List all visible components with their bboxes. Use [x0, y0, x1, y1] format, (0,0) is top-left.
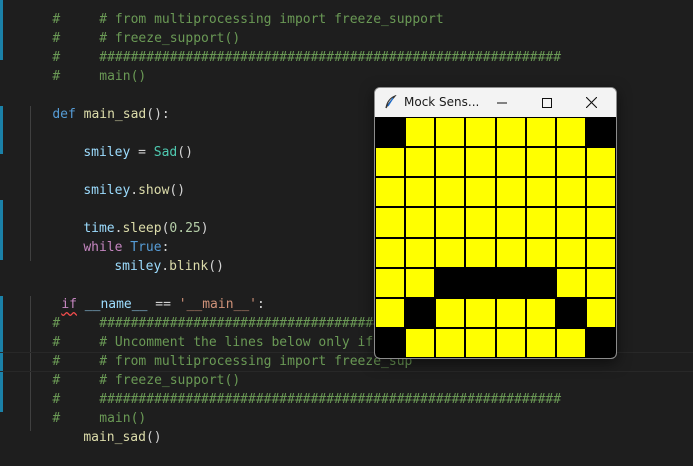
led-pixel [556, 268, 585, 297]
led-pixel [496, 118, 525, 147]
led-pixel [586, 178, 615, 207]
led-pixel [436, 208, 465, 237]
code-line: time.sleep(0.25) [83, 221, 209, 236]
led-pixel [556, 238, 585, 267]
led-pixel [406, 208, 435, 237]
code-line: # ######################################… [52, 50, 562, 65]
tk-feather-icon [384, 94, 398, 109]
led-pixel [496, 148, 525, 177]
led-pixel [496, 268, 525, 297]
gutter-change-marker [0, 0, 3, 60]
led-pixel [586, 298, 615, 327]
led-pixel [376, 178, 405, 207]
led-pixel [496, 178, 525, 207]
led-pixel [526, 118, 555, 147]
window-title: Mock Sens... [404, 95, 480, 109]
led-pixel [406, 118, 435, 147]
led-pixel [496, 328, 525, 357]
led-pixel [496, 208, 525, 237]
led-pixel [556, 118, 585, 147]
mock-sense-hat-window[interactable]: Mock Sens... [374, 87, 617, 359]
code-line: # # freeze_support() [52, 373, 241, 388]
code-line: # # from multiprocessing import freeze_s… [52, 12, 444, 27]
led-pixel [526, 268, 555, 297]
led-pixel [376, 298, 405, 327]
led-pixel [556, 208, 585, 237]
led-pixel [466, 328, 495, 357]
led-pixel [436, 238, 465, 267]
minimize-button[interactable] [479, 88, 524, 117]
code-line: while True: [83, 240, 170, 255]
led-pixel [436, 328, 465, 357]
led-pixel [586, 328, 615, 357]
close-button[interactable] [569, 88, 614, 117]
code-line: # # Uncomment the lines below only if yo… [52, 335, 405, 350]
led-pixel [466, 118, 495, 147]
code-line: # ######################################… [52, 392, 562, 407]
maximize-icon [541, 97, 552, 108]
led-pixel [376, 328, 405, 357]
led-pixel [526, 178, 555, 207]
code-line: # main() [52, 69, 147, 84]
led-pixel [406, 298, 435, 327]
code-line: smiley.blink() [114, 259, 224, 274]
code-line-def: def main_sad(): [52, 107, 170, 122]
led-pixel [586, 118, 615, 147]
led-pixel [526, 148, 555, 177]
led-pixel [436, 118, 465, 147]
led-pixel [586, 268, 615, 297]
led-pixel [586, 238, 615, 267]
code-line: smiley.show() [83, 183, 186, 198]
led-pixel [496, 238, 525, 267]
led-pixel [406, 268, 435, 297]
led-pixel [526, 298, 555, 327]
led-pixel [406, 328, 435, 357]
code-line: main_sad() [83, 430, 162, 445]
led-pixel [466, 298, 495, 327]
led-pixel [586, 148, 615, 177]
code-line: smiley = Sad() [83, 145, 193, 160]
window-titlebar[interactable]: Mock Sens... [375, 88, 616, 117]
led-pixel [406, 148, 435, 177]
led-pixel [526, 328, 555, 357]
led-pixel [526, 208, 555, 237]
gutter-change-marker [0, 106, 3, 154]
led-pixel [436, 148, 465, 177]
close-icon [586, 97, 597, 108]
led-pixel [376, 148, 405, 177]
code-line: # main() [52, 411, 147, 426]
gutter-change-marker [0, 200, 3, 260]
led-pixel [406, 238, 435, 267]
led-pixel [496, 298, 525, 327]
led-pixel [526, 238, 555, 267]
led-pixel [556, 298, 585, 327]
led-pixel [376, 238, 405, 267]
led-pixel [466, 148, 495, 177]
led-pixel [376, 268, 405, 297]
led-pixel [466, 208, 495, 237]
led-pixel [466, 268, 495, 297]
led-pixel [436, 268, 465, 297]
led-pixel [376, 208, 405, 237]
code-line: # # from multiprocessing import freeze_s… [52, 354, 413, 369]
led-pixel [586, 208, 615, 237]
minimize-icon [496, 102, 507, 103]
led-pixel [466, 238, 495, 267]
led-pixel [556, 148, 585, 177]
led-pixel [436, 298, 465, 327]
led-pixel [436, 178, 465, 207]
led-pixel [466, 178, 495, 207]
led-pixel [556, 178, 585, 207]
led-pixel [406, 178, 435, 207]
code-line: # # freeze_support() [52, 31, 241, 46]
led-pixel [376, 118, 405, 147]
code-line: if __name__ == '__main__': [61, 297, 265, 312]
maximize-button[interactable] [524, 88, 569, 117]
led-pixel [556, 328, 585, 357]
led-matrix [375, 117, 616, 358]
